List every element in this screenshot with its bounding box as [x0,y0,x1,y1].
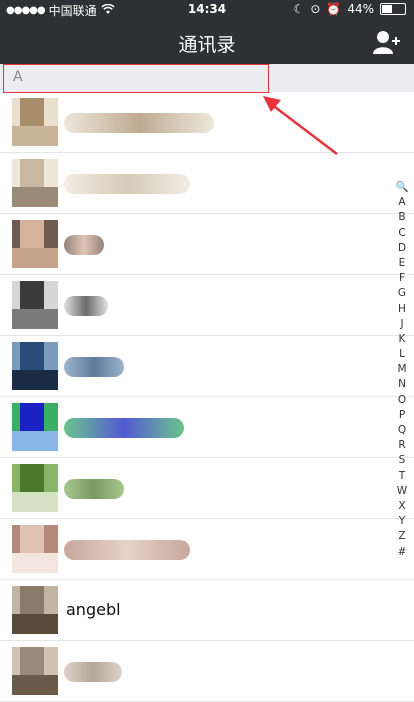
status-bar: ●●●●● 中国联通 14:34 ☾ ⊙ ⏰ 44% [0,0,414,20]
index-letter[interactable]: R [394,438,410,453]
index-letter[interactable]: B [394,210,410,225]
blurred-contact-name [64,662,122,682]
index-letter[interactable]: O [394,393,410,408]
blurred-contact-name [64,357,124,377]
rotation-lock-icon: ⊙ [310,2,321,16]
annotation-arrow-icon [263,96,338,155]
contact-row[interactable] [0,397,414,458]
status-right: ☾ ⊙ ⏰ 44% [294,2,406,16]
alarm-icon: ⏰ [326,2,342,16]
blurred-contact-name [64,174,190,194]
avatar-block [20,403,44,433]
annotation-highlight-box [3,64,269,93]
contact-row[interactable] [0,336,414,397]
contact-name: angebl [66,600,121,619]
index-letter[interactable]: C [394,226,410,241]
avatar-block [12,126,58,146]
page-title: 通讯录 [178,34,236,56]
avatar-block [12,614,58,634]
battery-fill [382,5,392,13]
add-contact-icon[interactable] [372,29,400,55]
contact-row[interactable] [0,214,414,275]
index-letter[interactable]: Y [394,514,410,529]
avatar-block [12,431,58,451]
avatar-block [12,553,58,573]
avatar [12,647,58,695]
avatar [12,525,58,573]
contact-row[interactable] [0,641,414,702]
index-letter[interactable]: T [394,469,410,484]
index-letter[interactable]: E [394,256,410,271]
blurred-contact-name [64,540,190,560]
index-letter[interactable]: # [394,545,410,560]
avatar-block [20,159,44,189]
contact-row[interactable] [0,519,414,580]
index-letter[interactable]: K [394,332,410,347]
blurred-contact-name [64,479,124,499]
blurred-contact-name [64,113,214,133]
index-letter[interactable]: D [394,241,410,256]
index-letter[interactable]: N [394,377,410,392]
index-letter[interactable]: S [394,453,410,468]
avatar-block [20,464,44,494]
index-letter[interactable]: H [394,302,410,317]
contact-row[interactable] [0,153,414,214]
contact-list: angebl [0,92,414,702]
contact-row[interactable]: angebl [0,580,414,641]
avatar [12,403,58,451]
avatar-block [20,586,44,616]
avatar-block [20,342,44,372]
avatar-block [12,675,58,695]
index-letter[interactable]: F [394,271,410,286]
index-letter[interactable]: M [394,362,410,377]
alphabet-index[interactable]: 🔍 A B C D E F G H J K L M N O P Q R S T W X Y Z # [394,180,410,560]
avatar [12,464,58,512]
avatar-block [12,309,58,329]
avatar-block [20,525,44,555]
avatar [12,342,58,390]
blurred-contact-name [64,235,104,255]
index-letter[interactable]: X [394,499,410,514]
avatar-block [12,187,58,207]
nav-bar: 通讯录 [0,20,414,64]
index-letter[interactable]: W [394,484,410,499]
blurred-contact-name [64,296,108,316]
index-letter[interactable]: A [394,195,410,210]
moon-icon: ☾ [293,2,305,16]
blurred-contact-name [64,418,184,438]
battery-icon [380,3,406,15]
index-search-icon[interactable]: 🔍 [394,180,410,195]
index-letter[interactable]: G [394,286,410,301]
index-letter[interactable]: P [394,408,410,423]
index-letter[interactable]: J [394,317,410,332]
index-letter[interactable]: Q [394,423,410,438]
battery-percent: 44% [347,2,374,16]
contact-row[interactable] [0,458,414,519]
index-letter[interactable]: L [394,347,410,362]
avatar-block [20,647,44,677]
avatar-block [12,248,58,268]
avatar-block [20,220,44,250]
index-letter[interactable]: Z [394,529,410,544]
avatar-block [20,281,44,311]
avatar [12,159,58,207]
avatar [12,586,58,634]
avatar-block [12,370,58,390]
contact-row[interactable] [0,275,414,336]
avatar [12,98,58,146]
avatar-block [20,98,44,128]
avatar [12,281,58,329]
avatar-block [12,492,58,512]
avatar [12,220,58,268]
contact-row[interactable] [0,92,414,153]
